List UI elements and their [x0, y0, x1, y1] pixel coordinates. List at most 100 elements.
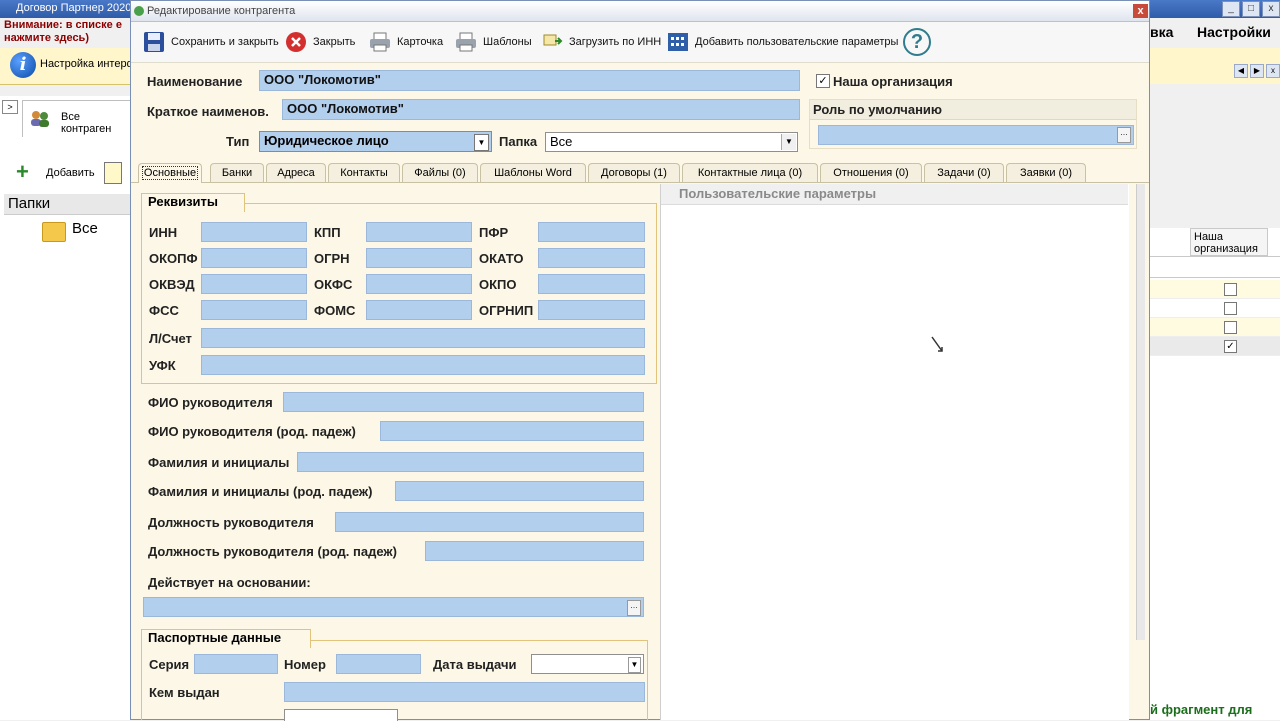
- type-select[interactable]: Юридическое лицо ▼: [259, 131, 492, 152]
- grid-checkbox[interactable]: [1224, 283, 1237, 296]
- okopf-field[interactable]: [201, 248, 307, 268]
- ellipsis-icon[interactable]: …: [627, 600, 641, 616]
- templates-button[interactable]: Шаблоны: [455, 30, 532, 54]
- okato-field[interactable]: [538, 248, 645, 268]
- basis-field[interactable]: …: [143, 597, 644, 617]
- tab-files[interactable]: Файлы (0): [402, 163, 478, 182]
- requisites-title: Реквизиты: [141, 193, 245, 212]
- initials-field[interactable]: [297, 452, 644, 472]
- tab-main[interactable]: Основные: [138, 163, 202, 183]
- load-by-inn-button[interactable]: Загрузить по ИНН: [541, 30, 661, 54]
- arrow-right-icon[interactable]: ▶: [1250, 64, 1264, 78]
- pfr-field[interactable]: [538, 222, 645, 242]
- chevron-down-icon[interactable]: ▼: [781, 134, 796, 150]
- table-row[interactable]: [1150, 337, 1280, 356]
- tab-banks[interactable]: Банки: [210, 163, 264, 182]
- passport-group: [141, 640, 648, 720]
- type-label: Тип: [226, 134, 250, 149]
- partial-date-field[interactable]: [284, 709, 398, 721]
- chevron-down-icon[interactable]: ▼: [628, 657, 641, 673]
- folder-select[interactable]: Все ▼: [545, 132, 798, 152]
- help-button[interactable]: ?: [903, 27, 931, 57]
- info-bar-text[interactable]: Настройка интерф: [40, 58, 136, 70]
- tab-contracts[interactable]: Договоры (1): [588, 163, 680, 182]
- okpo-field[interactable]: [538, 274, 645, 294]
- default-role-field[interactable]: …: [818, 125, 1134, 145]
- tab-requests[interactable]: Заявки (0): [1006, 163, 1086, 182]
- tab-all-contractors[interactable]: Все контраген: [22, 100, 134, 137]
- issued-by-label: Кем выдан: [149, 685, 220, 700]
- ufk-field[interactable]: [201, 355, 645, 375]
- name-field[interactable]: ООО "Локомотив": [259, 70, 800, 91]
- close-bar-icon[interactable]: x: [1266, 64, 1280, 78]
- account-label: Л/Счет: [149, 331, 192, 346]
- short-name-field[interactable]: ООО "Локомотив": [282, 99, 800, 120]
- table-row[interactable]: [1150, 318, 1280, 337]
- short-name-label: Краткое наименов.: [147, 104, 269, 119]
- chevron-down-icon[interactable]: ▼: [474, 134, 489, 151]
- add-button[interactable]: Добавить: [46, 167, 95, 179]
- grid-checkbox[interactable]: [1224, 321, 1237, 334]
- grid-checkbox-checked[interactable]: ✓: [1224, 340, 1237, 353]
- head-fio-field[interactable]: [283, 392, 644, 412]
- number-field[interactable]: [336, 654, 421, 674]
- issue-date-picker[interactable]: ▼: [531, 654, 644, 674]
- save-close-button[interactable]: Сохранить и закрыть: [143, 30, 279, 54]
- left-panel: [0, 96, 133, 720]
- add-icon[interactable]: +: [16, 161, 34, 183]
- ogrnip-field[interactable]: [538, 300, 645, 320]
- kpp-field[interactable]: [366, 222, 472, 242]
- table-row[interactable]: [1150, 299, 1280, 318]
- folder-all[interactable]: Все: [72, 220, 98, 237]
- printer-icon: [369, 31, 391, 53]
- position-gen-label: Должность руководителя (род. падеж): [148, 544, 397, 559]
- position-field[interactable]: [335, 512, 644, 532]
- tab-contact-persons[interactable]: Контактные лица (0): [682, 163, 818, 182]
- save-close-label: Сохранить и закрыть: [171, 36, 279, 48]
- account-field[interactable]: [201, 328, 645, 348]
- document-icon[interactable]: [104, 162, 122, 184]
- head-fio-gen-field[interactable]: [380, 421, 644, 441]
- ogrn-field[interactable]: [366, 248, 472, 268]
- fss-field[interactable]: [201, 300, 307, 320]
- minimize-button[interactable]: _: [1222, 1, 1240, 17]
- expand-arrow-icon[interactable]: >: [2, 100, 18, 114]
- foms-field[interactable]: [366, 300, 472, 320]
- menu-item-partial[interactable]: вка: [1150, 24, 1173, 40]
- dialog-close-button[interactable]: x: [1133, 4, 1148, 18]
- scrollbar[interactable]: [1136, 184, 1145, 640]
- position-gen-field[interactable]: [425, 541, 644, 561]
- ellipsis-icon[interactable]: …: [1117, 127, 1131, 143]
- add-user-params-button[interactable]: Добавить пользовательские параметры: [667, 30, 898, 54]
- warning-text[interactable]: Внимание: в списке е нажмите здесь): [4, 19, 130, 45]
- tab-word-templates[interactable]: Шаблоны Word: [480, 163, 586, 182]
- foms-label: ФОМС: [314, 303, 356, 318]
- download-icon: [541, 31, 563, 53]
- tab-addresses[interactable]: Адреса: [266, 163, 326, 182]
- close-button[interactable]: Закрыть: [285, 30, 355, 54]
- folder-icon: [42, 222, 66, 242]
- tab-tasks[interactable]: Задачи (0): [924, 163, 1004, 182]
- issued-by-field[interactable]: [284, 682, 645, 702]
- tab-contacts[interactable]: Контакты: [328, 163, 400, 182]
- info-icon: i: [10, 52, 36, 78]
- grid-col-our-org[interactable]: Наша организация: [1190, 228, 1268, 256]
- tab-relations[interactable]: Отношения (0): [820, 163, 922, 182]
- arrow-left-icon[interactable]: ◀: [1234, 64, 1248, 78]
- table-row[interactable]: [1150, 280, 1280, 299]
- fss-label: ФСС: [149, 303, 179, 318]
- okved-field[interactable]: [201, 274, 307, 294]
- default-role-group: Роль по умолчанию …: [809, 99, 1137, 149]
- grid-checkbox[interactable]: [1224, 302, 1237, 315]
- initials-gen-field[interactable]: [395, 481, 644, 501]
- app-close-button[interactable]: x: [1262, 1, 1280, 17]
- okfs-field[interactable]: [366, 274, 472, 294]
- card-button[interactable]: Карточка: [369, 30, 443, 54]
- menu-item-settings[interactable]: Настройки: [1197, 24, 1271, 40]
- grid-filter-row[interactable]: [1150, 256, 1280, 278]
- position-label: Должность руководителя: [148, 515, 314, 530]
- maximize-button[interactable]: □: [1242, 1, 1260, 17]
- inn-field[interactable]: [201, 222, 307, 242]
- series-field[interactable]: [194, 654, 278, 674]
- our-org-checkbox[interactable]: ✓: [816, 74, 830, 88]
